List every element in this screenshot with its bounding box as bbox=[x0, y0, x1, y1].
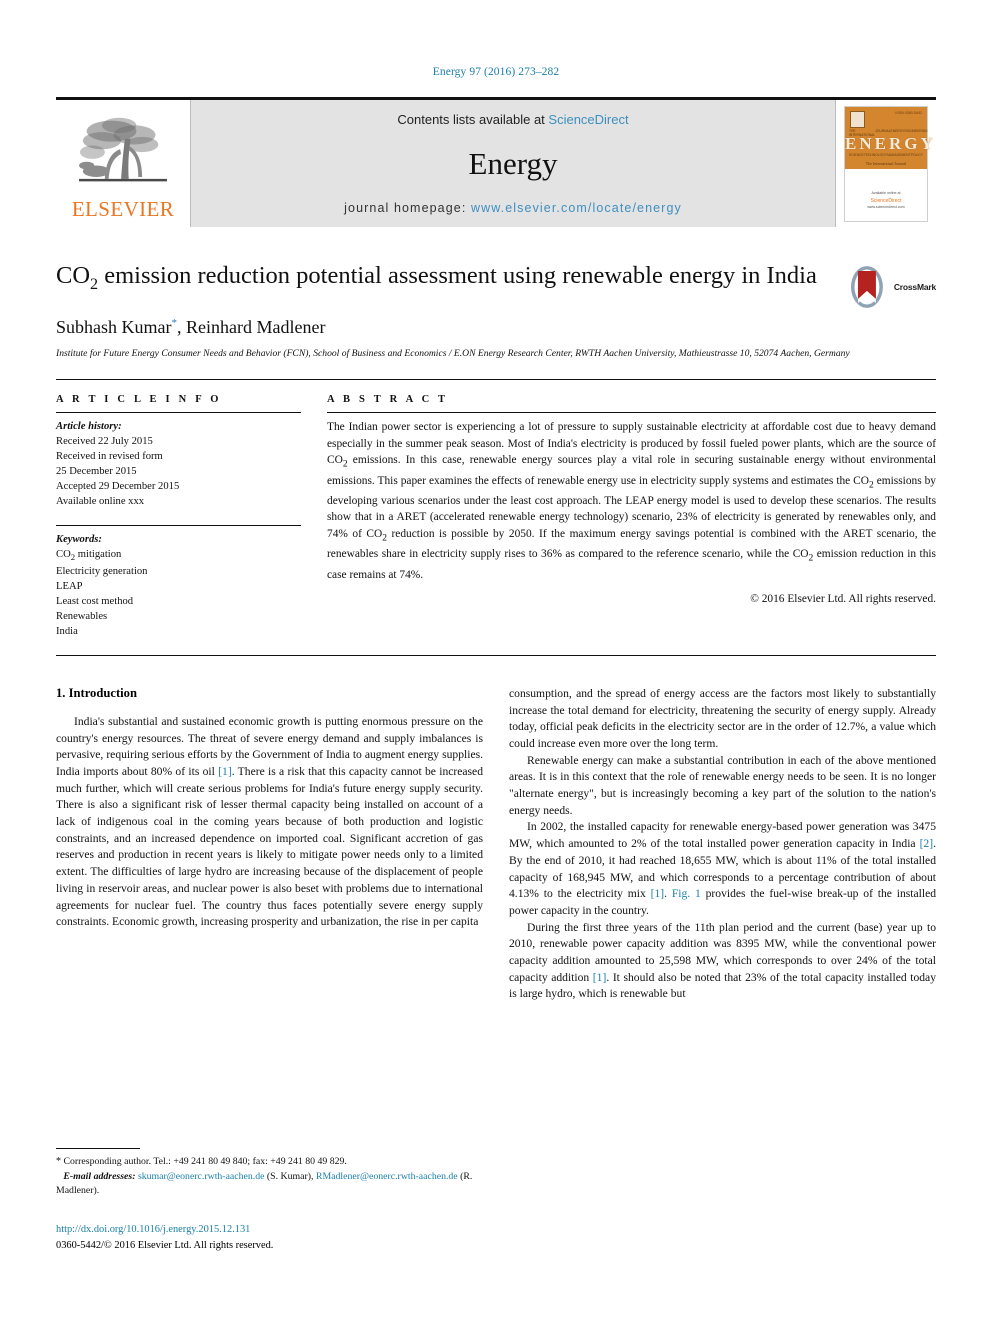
issn-copyright: 0360-5442/© 2016 Elsevier Ltd. All right… bbox=[56, 1239, 274, 1251]
article-info-column: A R T I C L E I N F O Article history: R… bbox=[56, 394, 301, 639]
abstract-text: The Indian power sector is experiencing … bbox=[327, 420, 937, 581]
body-columns: 1. Introduction India's substantial and … bbox=[56, 686, 936, 1003]
cover-tag2-0: SCIENCE bbox=[849, 152, 864, 157]
cover-badge-icon bbox=[850, 110, 865, 128]
page-title: CO2 emission reduction potential assessm… bbox=[56, 261, 826, 295]
keyword-1: Electricity generation bbox=[56, 565, 148, 577]
running-head: Energy 97 (2016) 273–282 bbox=[432, 66, 560, 78]
footnote-text: * Corresponding author. Tel.: +49 241 80… bbox=[56, 1156, 473, 1196]
title-line2: in India bbox=[741, 262, 817, 289]
footnote-rule bbox=[56, 1148, 140, 1149]
cover-publisher-block: Available online at ScienceDirect www.sc… bbox=[845, 191, 927, 211]
journal-title: Energy bbox=[468, 145, 558, 181]
intro-right-text: consumption, and the spread of energy ac… bbox=[509, 686, 937, 1001]
crossmark-label: CrossMark bbox=[893, 282, 936, 292]
abstract-column: A B S T R A C T The Indian power sector … bbox=[327, 394, 936, 639]
author-first: Subhash Kumar bbox=[56, 316, 172, 337]
article-info-rule bbox=[56, 411, 301, 413]
cover-tag2-1: TECHNOLOGY bbox=[863, 152, 887, 157]
elsevier-logo: ELSEVIER bbox=[56, 100, 190, 227]
journal-homepage-line: journal homepage: www.elsevier.com/locat… bbox=[344, 201, 682, 215]
contents-prefix: Contents lists available at bbox=[397, 112, 549, 127]
section-heading-introduction: 1. Introduction bbox=[56, 685, 137, 700]
doi-link[interactable]: http://dx.doi.org/10.1016/j.energy.2015.… bbox=[56, 1222, 556, 1238]
abstract-bottom-rule bbox=[56, 654, 936, 656]
article-title-block: CO2 emission reduction potential assessm… bbox=[56, 261, 936, 361]
page-footer: http://dx.doi.org/10.1016/j.energy.2015.… bbox=[56, 1222, 556, 1253]
keyword-2: LEAP bbox=[56, 580, 83, 592]
keywords-rule bbox=[56, 525, 301, 527]
journal-cover-thumbnail: ISSN 0360-5442 THE INTERNATIONAL JOURNAL… bbox=[836, 100, 936, 227]
keyword-0: CO2 mitigation bbox=[56, 549, 122, 563]
elsevier-wordmark: ELSEVIER bbox=[71, 196, 175, 221]
cover-image: ISSN 0360-5442 THE INTERNATIONAL JOURNAL… bbox=[844, 105, 936, 222]
journal-masthead: ELSEVIER Contents lists available at Sci… bbox=[56, 97, 936, 227]
cover-tag2-2: MANAGEMENT bbox=[887, 152, 911, 157]
history-item-4: Available online xxx bbox=[56, 496, 145, 508]
body-column-left: 1. Introduction India's substantial and … bbox=[56, 686, 483, 1003]
cover-tag2-3: POLICY bbox=[910, 152, 923, 157]
cover-energy-title: ENERGY bbox=[845, 133, 936, 153]
masthead-center: Contents lists available at ScienceDirec… bbox=[190, 100, 836, 227]
history-item-2: 25 December 2015 bbox=[56, 466, 137, 478]
elsevier-tree-icon bbox=[75, 112, 171, 198]
abstract-rule bbox=[327, 411, 936, 413]
body-column-right: consumption, and the spread of energy ac… bbox=[509, 686, 936, 1003]
keywords-block: Keywords: CO2 mitigation Electricity gen… bbox=[56, 532, 301, 639]
cover-tags-bottom: SCIENCE TECHNOLOGY MANAGEMENT POLICY bbox=[849, 153, 923, 157]
title-post: emission reduction potential assessment … bbox=[98, 262, 736, 289]
contents-lists-line: Contents lists available at ScienceDirec… bbox=[397, 112, 628, 127]
keywords-label: Keywords: bbox=[56, 534, 102, 546]
crossmark-badge[interactable]: CrossMark bbox=[850, 263, 936, 311]
cover-brand: ScienceDirect bbox=[870, 197, 902, 204]
article-info-heading: A R T I C L E I N F O bbox=[56, 393, 222, 405]
article-history-label: Article history: bbox=[56, 420, 122, 432]
keyword-5: India bbox=[56, 625, 78, 637]
cover-top-band: ISSN 0360-5442 THE INTERNATIONAL JOURNAL… bbox=[845, 106, 936, 169]
author-rest: , Reinhard Madlener bbox=[177, 316, 326, 337]
homepage-prefix: journal homepage: bbox=[344, 201, 471, 215]
paper-page: Energy 97 (2016) 273–282 ELSEVIER Conten… bbox=[0, 0, 992, 1323]
keyword-4: Renewables bbox=[56, 610, 108, 622]
cover-bottom-area: Available online at ScienceDirect www.sc… bbox=[845, 168, 927, 221]
cover-subtitle: The International Journal bbox=[865, 160, 907, 166]
abstract-heading: A B S T R A C T bbox=[327, 393, 449, 405]
author-list: Subhash Kumar*, Reinhard Madlener bbox=[56, 317, 936, 338]
info-abstract-row: A R T I C L E I N F O Article history: R… bbox=[56, 380, 936, 639]
title-pre: CO bbox=[56, 262, 91, 289]
title-subscript: 2 bbox=[90, 275, 99, 293]
cover-issue-label: ISSN 0360-5442 bbox=[895, 110, 922, 115]
sciencedirect-link[interactable]: ScienceDirect bbox=[548, 112, 628, 127]
history-item-3: Accepted 29 December 2015 bbox=[56, 481, 180, 493]
abstract-copyright: © 2016 Elsevier Ltd. All rights reserved… bbox=[750, 593, 936, 606]
history-item-0: Received 22 July 2015 bbox=[56, 436, 153, 447]
crossmark-icon bbox=[850, 266, 883, 308]
intro-left-text: India's substantial and sustained econom… bbox=[56, 714, 483, 929]
homepage-url-link[interactable]: www.elsevier.com/locate/energy bbox=[471, 201, 682, 215]
article-history-block: Article history: Received 22 July 2015 R… bbox=[56, 419, 301, 509]
keyword-3: Least cost method bbox=[56, 595, 134, 607]
cover-brand-url: www.sciencedirect.com bbox=[867, 204, 905, 209]
history-item-1: Received in revised form bbox=[56, 451, 163, 463]
affiliation: Institute for Future Energy Consumer Nee… bbox=[56, 347, 850, 359]
corresponding-author-footnote: * Corresponding author. Tel.: +49 241 80… bbox=[56, 1148, 483, 1198]
